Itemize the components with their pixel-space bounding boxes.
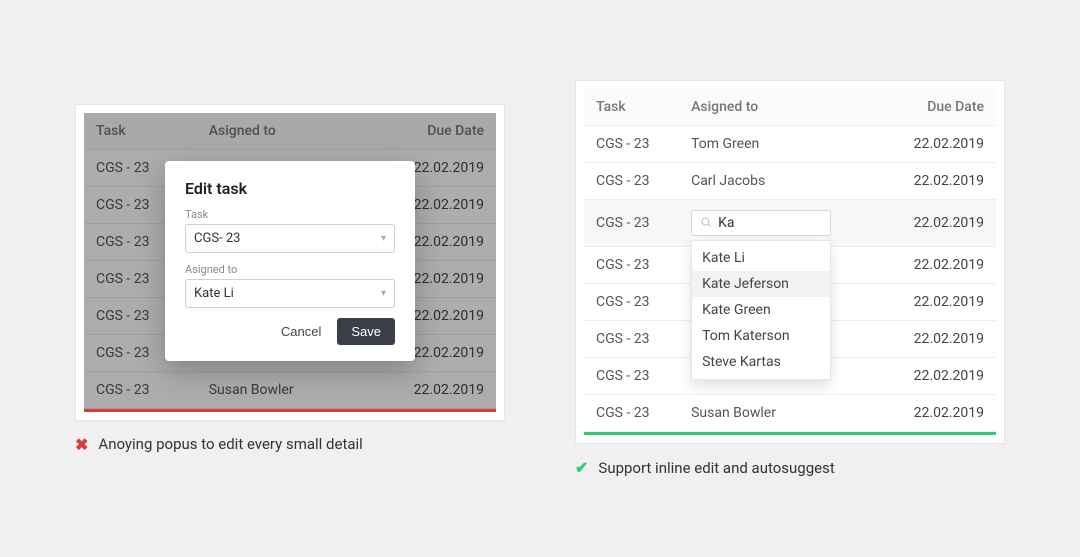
cell-task: CGS - 23 [584, 358, 679, 395]
modal-title: Edit task [185, 179, 395, 198]
cell-due: 22.02.2019 [880, 358, 996, 395]
cell-assigned: Carl Jacobs [679, 163, 880, 200]
panel-wrap: Task Asigned to Due Date CGS - 23Tom Gre… [75, 104, 505, 421]
task-select-value: CGS- 23 [194, 231, 240, 246]
suggest-item[interactable]: Kate Li [692, 245, 830, 271]
cell-due: 22.02.2019 [880, 284, 996, 321]
cell-due: 22.02.2019 [880, 395, 996, 432]
good-caption: ✔ Support inline edit and autosuggest [575, 444, 1005, 477]
table-row[interactable]: CGS - 23Tom Green22.02.2019 [584, 126, 996, 163]
task-table-panel-left: Task Asigned to Due Date CGS - 23Tom Gre… [84, 113, 496, 409]
good-caption-text: Support inline edit and autosuggest [598, 459, 834, 477]
table-header-row: Task Asigned to Due Date [584, 89, 996, 126]
cell-assigned-editing: KaKate LiKate JefersonKate GreenTom Kate… [679, 200, 880, 247]
task-field-label: Task [185, 208, 395, 221]
cell-due: 22.02.2019 [880, 321, 996, 358]
cell-task: CGS - 23 [584, 163, 679, 200]
table-row[interactable]: CGS - 23Susan Bowler22.02.2019 [584, 395, 996, 432]
cell-task: CGS - 23 [584, 395, 679, 432]
bad-caption: ✖ Anoying popus to edit every small deta… [75, 421, 505, 454]
chevron-down-icon: ▾ [381, 288, 386, 299]
inline-input-wrap: KaKate LiKate JefersonKate GreenTom Kate… [691, 210, 868, 236]
suggest-item[interactable]: Tom Katerson [692, 323, 830, 349]
assigned-field-label: Asigned to [185, 263, 395, 276]
col-assigned: Asigned to [679, 89, 880, 126]
panel-wrap: Task Asigned to Due Date CGS - 23Tom Gre… [575, 80, 1005, 444]
edit-task-modal: Edit task Task CGS- 23 ▾ Asigned to Kate… [165, 161, 415, 361]
suggest-item[interactable]: Steve Kartas [692, 349, 830, 375]
cell-task: CGS - 23 [584, 126, 679, 163]
bad-caption-text: Anoying popus to edit every small detail [98, 435, 362, 453]
cell-task: CGS - 23 [584, 247, 679, 284]
save-button[interactable]: Save [337, 318, 395, 345]
task-select[interactable]: CGS- 23 ▾ [185, 224, 395, 253]
bad-example: Task Asigned to Due Date CGS - 23Tom Gre… [75, 104, 505, 454]
task-table: Task Asigned to Due Date CGS - 23Tom Gre… [584, 89, 996, 432]
good-example: Task Asigned to Due Date CGS - 23Tom Gre… [575, 80, 1005, 477]
assigned-select-value: Kate Li [194, 286, 234, 301]
col-task: Task [584, 89, 679, 126]
autosuggest-dropdown: Kate LiKate JefersonKate GreenTom Katers… [691, 240, 831, 380]
suggest-item[interactable]: Kate Green [692, 297, 830, 323]
cell-due: 22.02.2019 [880, 126, 996, 163]
cell-due: 22.02.2019 [880, 163, 996, 200]
task-table-panel-right: Task Asigned to Due Date CGS - 23Tom Gre… [584, 89, 996, 432]
cell-assigned: Tom Green [679, 126, 880, 163]
table-body-right: CGS - 23Tom Green22.02.2019CGS - 23Carl … [584, 126, 996, 432]
good-underline [584, 432, 996, 435]
bad-underline [84, 409, 496, 412]
suggest-item[interactable]: Kate Jeferson [692, 271, 830, 297]
cell-assigned: Susan Bowler [679, 395, 880, 432]
assigned-search-input[interactable]: Ka [691, 210, 831, 236]
cell-due: 22.02.2019 [880, 247, 996, 284]
table-row[interactable]: CGS - 23Carl Jacobs22.02.2019 [584, 163, 996, 200]
cell-due: 22.02.2019 [880, 200, 996, 247]
cell-task: CGS - 23 [584, 284, 679, 321]
search-input-value: Ka [718, 215, 734, 231]
search-icon [700, 216, 712, 231]
cancel-button[interactable]: Cancel [281, 318, 321, 345]
col-due: Due Date [880, 89, 996, 126]
check-icon: ✔ [575, 458, 588, 477]
cross-icon: ✖ [75, 435, 88, 454]
modal-actions: Cancel Save [185, 318, 395, 345]
assigned-select[interactable]: Kate Li ▾ [185, 279, 395, 308]
cell-task: CGS - 23 [584, 321, 679, 358]
table-row[interactable]: CGS - 23 KaKate LiKate JefersonKate Green… [584, 200, 996, 247]
cell-task: CGS - 23 [584, 200, 679, 247]
chevron-down-icon: ▾ [381, 233, 386, 244]
